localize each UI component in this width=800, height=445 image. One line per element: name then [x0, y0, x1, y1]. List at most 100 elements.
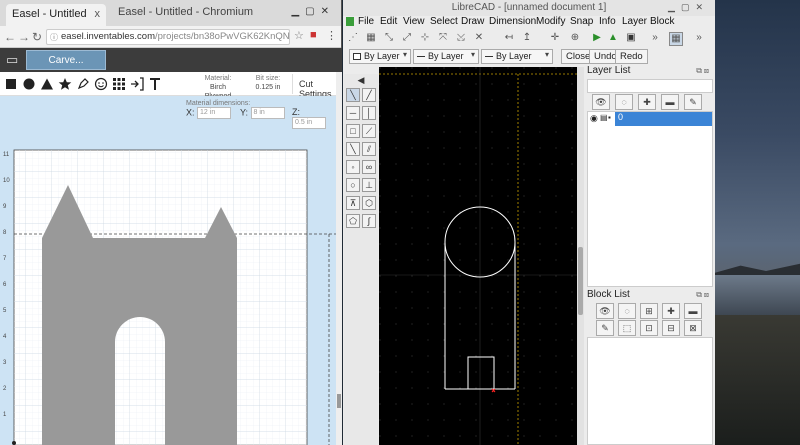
scrollbar-thumb[interactable] [578, 247, 583, 315]
add-layer-icon[interactable]: ✚ [638, 94, 656, 110]
page-info-icon[interactable]: ⓘ [50, 32, 58, 42]
layer-filter-input[interactable] [587, 79, 713, 93]
grid-toggle-icon[interactable]: ▦ [669, 32, 683, 46]
rename-block-icon[interactable]: ✎ [596, 320, 614, 336]
toolbar-overflow-2-icon[interactable]: » [693, 32, 705, 44]
dim-z-input[interactable]: 0.5 in [292, 117, 326, 129]
snap-grid-icon[interactable]: ▦ [365, 32, 377, 44]
browser-scrollbar[interactable] [336, 72, 342, 445]
address-bar[interactable]: ⓘ easel.inventables.com/projects/bn38oPw… [46, 29, 290, 45]
freehand-icon[interactable]: ∫ [362, 214, 376, 228]
hide-all-blocks-icon[interactable]: ◌ [618, 303, 636, 319]
line-bisector-icon[interactable]: ⟋ [362, 124, 376, 138]
pen-tool-icon[interactable] [76, 77, 90, 91]
menu-select[interactable]: Select [430, 16, 458, 27]
menu-modify[interactable]: Modify [536, 16, 565, 27]
polygon-icon[interactable]: ⬡ [362, 196, 376, 210]
circle-shape-icon[interactable] [22, 77, 36, 91]
restrict-vertical-icon[interactable]: ↥ [521, 32, 533, 44]
pen-width-select[interactable]: By Layer ▾ [413, 49, 479, 64]
close-dock-icon[interactable]: ⊠ [704, 290, 711, 299]
apps-grid-icon[interactable] [112, 77, 126, 91]
layer-row[interactable]: ◉ ▤ ▪ 0 [588, 112, 712, 126]
minimize-icon[interactable]: ▁ [291, 6, 305, 17]
maximize-icon[interactable]: ▢ [681, 2, 696, 12]
menu-dimension[interactable]: Dimension [489, 16, 536, 27]
cad-drawing-canvas[interactable] [379, 67, 577, 445]
relative-zero-icon[interactable]: ✛ [549, 32, 561, 44]
lock-relative-zero-icon[interactable]: ⊕ [569, 32, 581, 44]
menu-block[interactable]: Block [650, 16, 674, 27]
snap-distance-icon[interactable]: ⤩ [455, 32, 467, 44]
layer-visible-icon[interactable]: ▲ [607, 32, 619, 44]
square-shape-icon[interactable] [4, 77, 18, 91]
draw-line-icon[interactable]: ╲ [346, 88, 360, 102]
menu-view[interactable]: View [403, 16, 425, 27]
circle-tangent-icon[interactable]: ◦ [346, 160, 360, 174]
line-polygon-icon[interactable]: ⊼ [346, 196, 360, 210]
dim-x-input[interactable]: 12 in [197, 107, 232, 119]
layer-visible-icon[interactable]: ◉ [590, 113, 598, 124]
close-window-icon[interactable]: ✕ [321, 6, 335, 17]
edit-layer-icon[interactable]: ✎ [684, 94, 702, 110]
browser-tab[interactable]: Easel - Untitled x [6, 4, 106, 26]
circle-two-points-icon[interactable]: ∞ [362, 160, 376, 174]
edit-block-icon[interactable]: ⬚ [618, 320, 636, 336]
scrollbar-thumb[interactable] [337, 394, 341, 408]
layer-add-green-icon[interactable]: ▶ [591, 32, 603, 44]
redo-button[interactable]: Redo [615, 49, 648, 64]
emoji-icon[interactable] [94, 77, 108, 91]
cut-settings-button[interactable]: Cut Settings [292, 74, 342, 99]
show-all-blocks-icon[interactable]: 👁 [596, 303, 614, 319]
bookmark-star-icon[interactable]: ☆ [294, 29, 304, 42]
rectangle-icon[interactable]: □ [346, 124, 360, 138]
minimize-icon[interactable]: ▁ [668, 2, 681, 12]
snap-free-icon[interactable]: ⋰ [347, 32, 359, 44]
snap-endpoint-icon[interactable]: ⤡ [383, 32, 395, 44]
toolbar-overflow-icon[interactable]: » [649, 32, 661, 44]
line-tangent-icon[interactable]: ╲ [346, 142, 360, 156]
snap-middle-icon[interactable]: ⤧ [437, 32, 449, 44]
print-preview-icon[interactable]: ▣ [625, 32, 637, 44]
float-dock-icon[interactable]: ⧉ [696, 66, 704, 75]
close-tab-icon[interactable]: x [95, 8, 101, 20]
design-canvas[interactable]: Material dimensions: X: 12 in Y: 8 in Z:… [0, 96, 336, 445]
triangle-shape-icon[interactable] [40, 77, 54, 91]
collapse-tools-icon[interactable]: ◀ [354, 74, 368, 88]
float-dock-icon[interactable]: ⧉ [696, 290, 704, 299]
maximize-icon[interactable]: ▢ [305, 6, 320, 17]
pen-color-select[interactable]: By Layer ▾ [349, 49, 411, 64]
menu-snap[interactable]: Snap [570, 16, 593, 27]
layer-print-icon[interactable]: ▪ [608, 113, 611, 122]
menu-layer[interactable]: Layer [622, 16, 647, 27]
hide-all-layers-icon[interactable]: ◌ [615, 94, 633, 110]
save-block-icon[interactable]: ⊡ [640, 320, 658, 336]
carve-button[interactable]: Carve... [26, 50, 106, 70]
remove-block-icon[interactable]: ▬ [684, 303, 702, 319]
text-tool-icon[interactable] [148, 77, 162, 91]
menu-edit[interactable]: Edit [380, 16, 397, 27]
line-perpendicular-icon[interactable]: ⊥ [362, 178, 376, 192]
toggle-block-icon[interactable]: ⊠ [684, 320, 702, 336]
snap-intersection-icon[interactable]: ✕ [473, 32, 485, 44]
close-dock-icon[interactable]: ⊠ [704, 66, 711, 75]
forward-icon[interactable]: → [18, 30, 30, 44]
snap-entity-icon[interactable]: ⤢ [401, 32, 413, 44]
layer-lock-icon[interactable]: ▤ [600, 113, 608, 122]
snap-center-icon[interactable]: ⊹ [419, 32, 431, 44]
close-window-icon[interactable]: ✕ [695, 2, 709, 12]
circle-center-icon[interactable]: ○ [346, 178, 360, 192]
menu-file[interactable]: File [358, 16, 374, 27]
line-vertical-icon[interactable]: │ [362, 106, 376, 120]
add-block-icon[interactable]: ✚ [662, 303, 680, 319]
import-icon[interactable] [130, 77, 144, 91]
restrict-horizontal-icon[interactable]: ↤ [503, 32, 515, 44]
show-all-layers-icon[interactable]: 👁 [592, 94, 610, 110]
line-parallel-icon[interactable]: ⫽ [362, 142, 376, 156]
menu-draw[interactable]: Draw [461, 16, 484, 27]
menu-icon[interactable]: ⋮ [326, 29, 337, 42]
reload-icon[interactable]: ↻ [32, 30, 42, 44]
pen-type-select[interactable]: By Layer ▾ [481, 49, 553, 64]
line-horizontal-icon[interactable]: ─ [346, 106, 360, 120]
project-icon[interactable]: ▭ [6, 52, 18, 68]
